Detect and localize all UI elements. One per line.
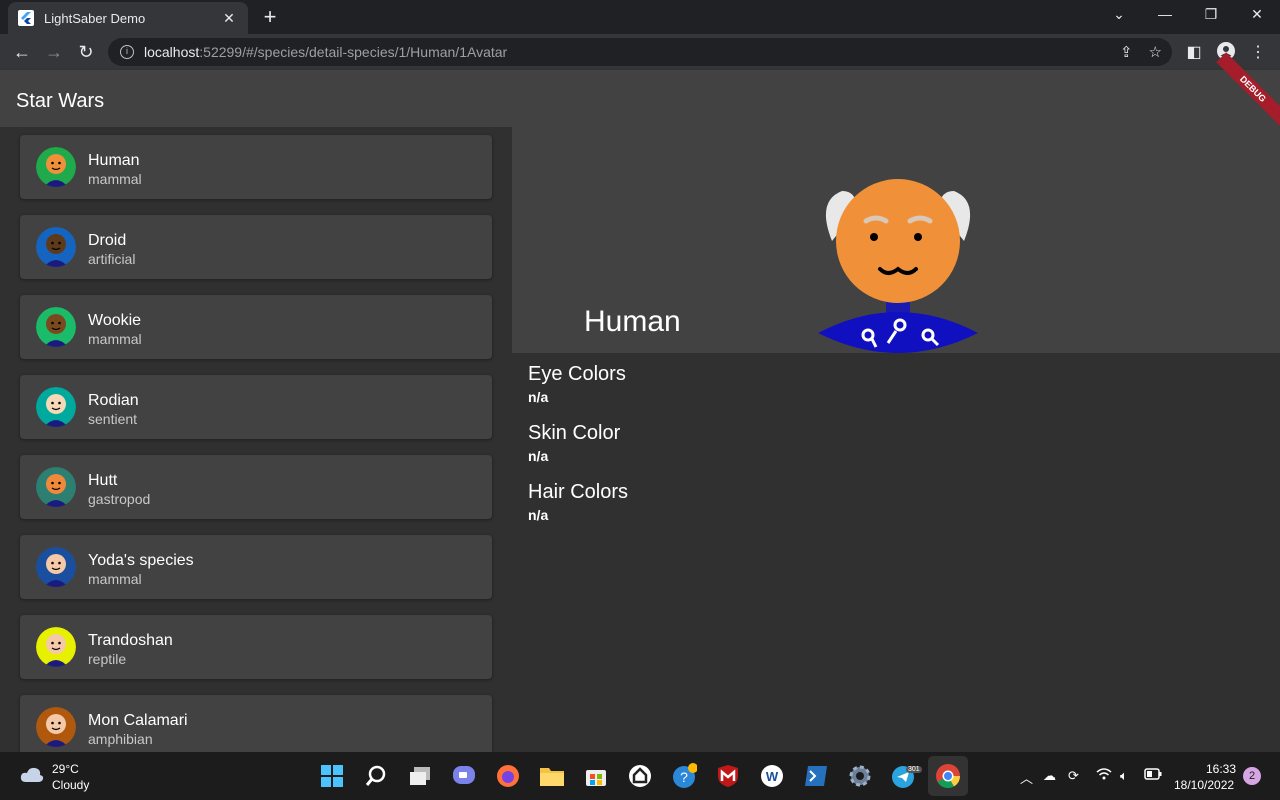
weather-temperature: 29°C — [52, 762, 79, 776]
side-panel-icon[interactable]: ◧ — [1184, 42, 1204, 62]
powershell-icon[interactable] — [802, 762, 830, 790]
github-desktop-icon[interactable] — [626, 762, 654, 790]
species-name: Rodian — [88, 392, 139, 409]
hair-colors-value: n/a — [528, 507, 549, 523]
species-card[interactable]: Trandoshan reptile — [20, 615, 492, 679]
species-avatar-icon — [36, 147, 76, 187]
species-card[interactable]: Wookie mammal — [20, 295, 492, 359]
species-classification: artificial — [88, 251, 136, 267]
species-name: Wookie — [88, 312, 142, 329]
volume-icon[interactable]: 🔈︎ — [1120, 768, 1128, 784]
species-classification: reptile — [88, 651, 127, 667]
human-avatar-image — [818, 179, 978, 353]
detail-title: Human — [584, 305, 681, 338]
species-name: Mon Calamari — [88, 712, 188, 729]
settings-gear-icon[interactable] — [846, 762, 874, 790]
eye-colors-value: n/a — [528, 389, 549, 405]
species-avatar-icon — [36, 707, 76, 747]
species-name: Droid — [88, 232, 127, 249]
skin-color-label: Skin Color — [528, 422, 621, 444]
species-card[interactable]: Mon Calamari amphibian — [20, 695, 492, 752]
sync-icon[interactable]: ⟳ — [1068, 768, 1079, 784]
close-tab-icon[interactable]: ✕ — [220, 10, 238, 27]
file-explorer-icon[interactable] — [538, 762, 566, 790]
skin-color-value: n/a — [528, 448, 549, 464]
species-name: Yoda's species — [88, 552, 194, 569]
species-list: Human mammal Droid artificial Wookie mammal Ro… — [0, 127, 512, 752]
store-icon[interactable] — [582, 762, 610, 790]
species-classification: mammal — [88, 171, 142, 187]
firefox-icon[interactable] — [494, 762, 522, 790]
species-avatar-icon — [36, 227, 76, 267]
species-name: Trandoshan — [88, 632, 173, 649]
cloud-icon — [20, 767, 44, 782]
browser-tabstrip: LightSaber Demo ✕ + ⌄ — ❐ ✕ — [0, 0, 1280, 34]
onedrive-icon[interactable]: ☁ — [1043, 768, 1056, 784]
browser-tab[interactable]: LightSaber Demo ✕ — [8, 2, 248, 34]
show-hidden-icons[interactable]: ︿ — [1020, 768, 1033, 787]
address-bar[interactable]: i localhost :52299/#/species/detail-spec… — [108, 38, 1172, 66]
species-avatar-icon — [36, 467, 76, 507]
species-avatar-icon — [36, 547, 76, 587]
tab-search-icon[interactable]: ⌄ — [1104, 6, 1134, 23]
clock-time[interactable]: 16:33 — [1206, 762, 1236, 776]
app-title: Star Wars — [16, 90, 105, 112]
species-avatar-icon — [36, 307, 76, 347]
detail-header: Human — [512, 127, 1280, 353]
species-classification: amphibian — [88, 731, 153, 747]
notification-badge[interactable]: 2 — [1243, 767, 1261, 785]
species-card[interactable]: Human mammal — [20, 135, 492, 199]
species-name: Hutt — [88, 472, 118, 489]
telegram-badge: 301 — [906, 766, 922, 773]
site-info-icon[interactable]: i — [120, 45, 134, 59]
minimize-button[interactable]: — — [1150, 6, 1180, 22]
restore-button[interactable]: ❐ — [1196, 6, 1226, 23]
species-avatar-icon — [36, 627, 76, 667]
species-classification: sentient — [88, 411, 138, 427]
species-classification: gastropod — [88, 491, 151, 507]
bookmark-star-icon[interactable]: ☆ — [1149, 43, 1162, 61]
flutter-icon — [18, 10, 34, 26]
new-tab-button[interactable]: + — [258, 6, 282, 28]
task-view-icon[interactable] — [406, 762, 434, 790]
menu-icon[interactable]: ⋮ — [1248, 42, 1268, 62]
mcafee-icon[interactable] — [714, 762, 742, 790]
back-icon[interactable]: ← — [10, 40, 34, 64]
species-classification: mammal — [88, 571, 142, 587]
search-icon[interactable] — [362, 762, 390, 790]
hair-colors-label: Hair Colors — [528, 481, 629, 503]
start-icon[interactable] — [318, 762, 346, 790]
chrome-icon[interactable] — [934, 762, 962, 790]
url-host: localhost — [144, 44, 200, 60]
app-bar: Star Wars DEBUG — [0, 52, 1280, 127]
close-window-button[interactable]: ✕ — [1242, 6, 1272, 23]
svg-text:W: W — [766, 769, 779, 784]
tab-title: LightSaber Demo — [44, 10, 146, 26]
wifi-icon[interactable] — [1096, 768, 1112, 783]
species-card[interactable]: Droid artificial — [20, 215, 492, 279]
url-path: :52299/#/species/detail-species/1/Human/… — [199, 44, 508, 60]
teams-chat-icon[interactable] — [450, 762, 478, 790]
eye-colors-label: Eye Colors — [528, 363, 626, 385]
browser-toolbar: ← → ↻ i localhost :52299/#/species/detai… — [0, 34, 1280, 70]
forward-icon[interactable]: → — [42, 40, 66, 64]
battery-icon[interactable] — [1144, 768, 1162, 783]
taskbar: 29°C Cloudy ? W 301 ︿ ☁ ⟳ 🔈︎ 16:33 18/10… — [0, 752, 1280, 800]
clock-date[interactable]: 18/10/2022 — [1174, 778, 1234, 792]
help-icon[interactable]: ? — [670, 762, 698, 790]
species-avatar-icon — [36, 387, 76, 427]
species-card[interactable]: Rodian sentient — [20, 375, 492, 439]
weather-condition: Cloudy — [52, 778, 90, 792]
species-card[interactable]: Yoda's species mammal — [20, 535, 492, 599]
species-classification: mammal — [88, 331, 142, 347]
svg-text:?: ? — [680, 769, 688, 785]
species-name: Human — [88, 152, 140, 169]
species-detail: Human Eye Colors n/a Skin Color n/a Hair… — [512, 127, 1280, 752]
species-card[interactable]: Hutt gastropod — [20, 455, 492, 519]
wps-icon[interactable]: W — [758, 762, 786, 790]
share-icon[interactable]: ⇪ — [1120, 43, 1133, 61]
reload-icon[interactable]: ↻ — [74, 40, 98, 64]
